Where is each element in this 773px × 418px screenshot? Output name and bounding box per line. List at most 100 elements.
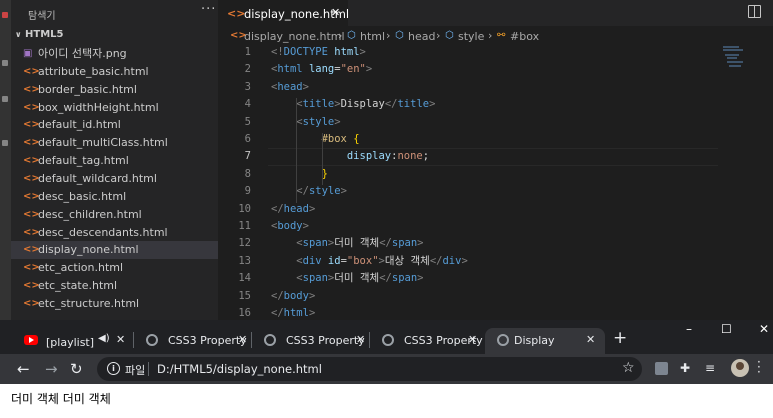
breadcrumb-file[interactable]: display_none.html (244, 30, 345, 43)
activity-icon[interactable] (2, 140, 8, 146)
chrome-tab-css3-2[interactable]: CSS3 Property ✕ (252, 328, 370, 354)
maximize-button[interactable]: ☐ (721, 322, 732, 336)
line-number: 16 (238, 307, 251, 319)
explorer-sidebar: 탐색기 ··· ∨ HTML5 ▣ 아이디 선택자.png <> attribute_b… (11, 0, 218, 320)
code-line[interactable]: 12 <span>더미 객체</span> (218, 235, 773, 252)
file-item[interactable]: <> display_none.html (11, 241, 218, 260)
code-line[interactable]: 14 <span>더미 객체</span> (218, 270, 773, 287)
info-icon[interactable]: i (107, 362, 120, 375)
code-token: </ (429, 254, 443, 267)
media-queue-icon[interactable]: ≡ (705, 361, 715, 375)
file-name: default_multiClass.html (38, 136, 168, 150)
menu-kebab-icon[interactable]: · · · (757, 356, 763, 378)
code-line[interactable]: 16 </html> (218, 305, 773, 320)
code-token: > (417, 237, 424, 250)
code-line[interactable]: 1 <!DOCTYPE html> (218, 44, 773, 61)
star-icon[interactable]: ☆ (622, 360, 635, 376)
file-name: display_none.html (38, 243, 139, 257)
code-token: html (334, 46, 360, 58)
editor-tab-display-none[interactable]: <> display_none.html ✕ (218, 0, 349, 27)
new-tab-button[interactable]: + (613, 328, 627, 348)
speaker-icon[interactable]: ◀) (98, 333, 110, 344)
file-item[interactable]: <> default_tag.html (11, 152, 218, 170)
chrome-tab-label: CSS3 Property (168, 334, 247, 347)
split-editor-icon[interactable] (748, 5, 761, 18)
code-line[interactable]: 15 </body> (218, 288, 773, 305)
address-bar[interactable]: i 파일 D:/HTML5/display_none.html ☆ (97, 357, 642, 381)
file-item[interactable]: <> desc_basic.html (11, 188, 218, 206)
file-item[interactable]: ▣ 아이디 선택자.png (11, 45, 218, 63)
breadcrumb: <> display_none.html › ⬡ html › ⬡ head ›… (218, 26, 773, 46)
code-token: > (429, 98, 436, 111)
line-number: 7 (244, 150, 251, 163)
cube-icon: ⬡ (445, 30, 454, 41)
activity-icon[interactable] (2, 12, 8, 18)
code-token: </ (271, 202, 284, 215)
close-icon[interactable]: ✕ (586, 333, 595, 346)
code-editor[interactable]: 1 <!DOCTYPE html> 2 <html lang="en"> 3 <head>… (218, 44, 773, 319)
chrome-tab-display[interactable]: Display ✕ (485, 328, 605, 354)
code-text: <body> (271, 218, 309, 235)
extension-icon[interactable] (655, 362, 668, 375)
chevron-right-icon: › (436, 29, 441, 42)
cube-icon: ⬡ (347, 30, 356, 41)
close-window-button[interactable]: ✕ (759, 322, 769, 336)
close-icon[interactable]: ✕ (331, 6, 340, 19)
reload-icon[interactable]: ↻ (70, 360, 83, 378)
code-line[interactable]: 11 <body> (218, 218, 773, 235)
chrome-tab-css3-3[interactable]: CSS3 Property ✕ (370, 328, 485, 354)
code-token: span (302, 272, 328, 285)
forward-arrow-icon[interactable]: → (45, 360, 58, 378)
code-line[interactable]: 3 <head> (218, 79, 773, 96)
breadcrumb-head[interactable]: head (408, 30, 435, 43)
close-icon[interactable]: ✕ (116, 333, 125, 346)
code-line[interactable]: 5 <style> (218, 114, 773, 131)
close-icon[interactable]: ✕ (356, 333, 365, 346)
code-line[interactable]: 4 <title>Display</title> (218, 96, 773, 113)
chrome-tab-css3-1[interactable]: CSS3 Property ✕ (134, 328, 252, 354)
code-line[interactable]: 10 </head> (218, 201, 773, 218)
file-item[interactable]: <> etc_structure.html (11, 295, 218, 313)
file-item[interactable]: <> desc_children.html (11, 206, 218, 224)
code-token: body (277, 220, 303, 232)
file-item[interactable]: <> default_id.html (11, 116, 218, 134)
code-line[interactable]: 7 display:none; (218, 148, 773, 167)
close-icon[interactable]: ✕ (238, 333, 247, 346)
file-item[interactable]: <> etc_action.html (11, 259, 218, 277)
file-item[interactable]: <> desc_descendants.html (11, 224, 218, 242)
url-text[interactable]: D:/HTML5/display_none.html (157, 362, 322, 376)
puzzle-icon[interactable]: ✚ (680, 361, 690, 375)
file-item[interactable]: <> attribute_basic.html (11, 63, 218, 81)
code-text: <head> (271, 79, 309, 96)
code-line[interactable]: 13 <div id="box">대상 객체</div> (218, 253, 773, 270)
minimize-button[interactable]: – (686, 322, 692, 336)
cube-icon: ⬡ (395, 30, 404, 41)
code-line[interactable]: 9 </style> (218, 183, 773, 200)
file-item[interactable]: <> etc_state.html (11, 277, 218, 295)
activity-icon[interactable] (2, 96, 8, 102)
activity-icon[interactable] (2, 60, 8, 66)
breadcrumb-style[interactable]: style (458, 30, 484, 43)
breadcrumb-html[interactable]: html (360, 30, 385, 43)
breadcrumb-selector[interactable]: #box (510, 30, 539, 43)
code-line[interactable]: 6 #box { (218, 131, 773, 148)
back-arrow-icon[interactable]: ← (17, 360, 30, 378)
scheme-label: 파일 (125, 364, 146, 377)
folder-section[interactable]: ∨ HTML5 (15, 29, 63, 40)
code-line[interactable]: 2 <html lang="en"> (218, 61, 773, 78)
file-item[interactable]: <> border_basic.html (11, 81, 218, 99)
code-token: ; (422, 150, 430, 163)
file-item[interactable]: <> default_multiClass.html (11, 134, 218, 152)
avatar[interactable] (731, 359, 749, 377)
file-item[interactable]: <> default_wildcard.html (11, 170, 218, 188)
code-line[interactable]: 8 } (218, 166, 773, 183)
minimap[interactable] (723, 44, 763, 84)
file-item[interactable]: <> box_widthHeight.html (11, 99, 218, 117)
close-icon[interactable]: ✕ (468, 333, 477, 346)
chrome-tab-playlist[interactable]: [playlist] *조 ◀) ✕ (12, 328, 132, 354)
more-actions-icon[interactable]: ··· (201, 2, 216, 17)
code-token: > (302, 80, 309, 93)
file-name: etc_state.html (38, 279, 118, 293)
code-text: <span>더미 객체</span> (271, 270, 423, 287)
